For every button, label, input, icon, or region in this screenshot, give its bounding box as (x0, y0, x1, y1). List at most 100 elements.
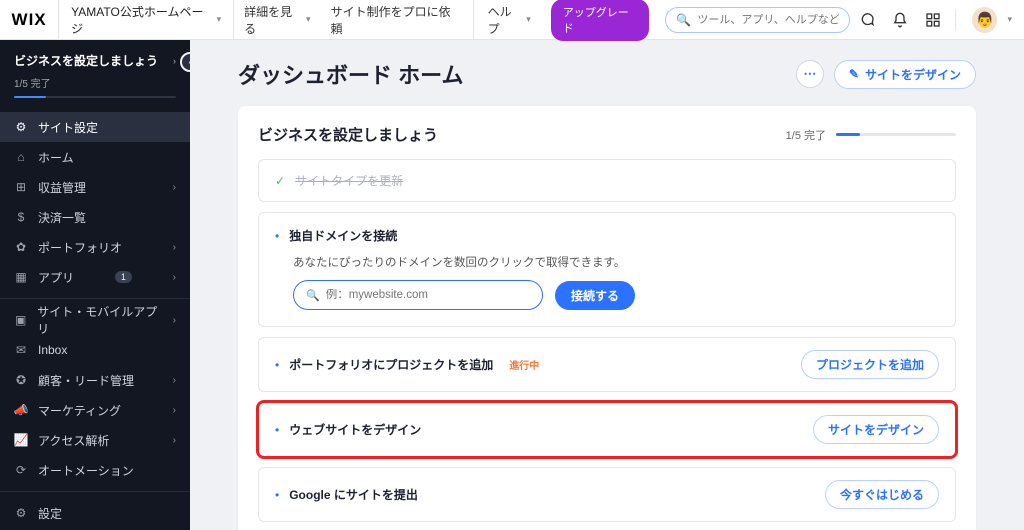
apps-icon[interactable] (916, 3, 949, 37)
sidebar-item-label: サイト設定 (38, 119, 98, 136)
domain-input[interactable] (326, 289, 530, 301)
site-selector[interactable]: YAMATO公式ホームページ ▾ (58, 0, 234, 39)
sidebar-item[interactable]: ⚙ 設定 (0, 498, 190, 528)
main: ダッシュボード ホーム ⋯ ✎ サイトをデザイン ビジネスを設定しましょう 1/… (190, 40, 1024, 530)
chevron-down-icon: ▾ (306, 14, 311, 25)
setup-card-progress-label: 1/5 完了 (786, 127, 826, 143)
bullet-icon: • (275, 358, 279, 372)
in-progress-tag: 進行中 (509, 357, 539, 372)
bullet-icon: • (275, 488, 279, 502)
sidebar-item-label: オートメーション (38, 462, 134, 479)
upgrade-button[interactable]: アップグレード (551, 0, 650, 41)
site-name: YAMATO公式ホームページ (71, 3, 210, 37)
sidebar-item-badge: 1 (115, 271, 132, 283)
sidebar-item[interactable]: ▦アプリ1› (0, 262, 190, 292)
sidebar-item-icon: ✉ (14, 343, 28, 357)
sidebar-item[interactable]: ⊞収益管理› (0, 172, 190, 202)
wix-logo[interactable]: WIX (0, 10, 58, 30)
sidebar-progress-label: 1/5 完了 (14, 75, 176, 90)
chevron-down-icon: ▾ (1007, 14, 1012, 25)
sidebar-item-label: ポートフォリオ (38, 239, 122, 256)
sidebar-item-label: 収益管理 (38, 179, 86, 196)
setup-step-google[interactable]: • Google にサイトを提出 今すぐはじめる (258, 467, 956, 522)
bullet-icon: • (275, 229, 279, 243)
domain-input-wrap[interactable]: 🔍 (293, 280, 543, 310)
sidebar-item-icon: ✪ (14, 373, 28, 387)
sidebar-item-label: マーケティング (38, 402, 121, 419)
setup-step-done[interactable]: ✓ サイトタイプを更新 (258, 159, 956, 202)
sidebar-item-label: サイト・モバイルアプリ (37, 303, 162, 337)
sidebar-item-label: アクセス解析 (38, 432, 109, 449)
chat-icon[interactable] (850, 3, 883, 37)
avatar[interactable]: 👨 (972, 7, 997, 33)
sidebar-item[interactable]: ⟳ オートメーション (0, 455, 190, 485)
sidebar-item[interactable]: 📣 マーケティング › (0, 395, 190, 425)
chevron-right-icon: › (173, 182, 176, 193)
step-title: Google にサイトを提出 (289, 486, 418, 503)
setup-card-title: ビジネスを設定しましょう (258, 124, 438, 145)
setup-step-design[interactable]: • ウェブサイトをデザイン サイトをデザイン (258, 402, 956, 457)
step-title: ウェブサイトをデザイン (289, 421, 421, 438)
sidebar-progress-fill (14, 96, 46, 98)
check-icon: ✓ (275, 174, 285, 188)
sidebar-item-icon: ▣ (14, 313, 27, 327)
sidebar-item[interactable]: $ 決済一覧 (0, 202, 190, 232)
sidebar-item-icon: ▦ (14, 270, 28, 284)
progress-track (836, 133, 956, 136)
chevron-down-icon: ▾ (217, 14, 222, 25)
sidebar-item-icon: ⚙ (14, 120, 28, 134)
button-label: 今すぐはじめる (840, 486, 924, 503)
topbar: WIX YAMATO公式ホームページ ▾ 詳細を見る ▾ サイト制作をプロに依頼… (0, 0, 1024, 40)
sidebar-item-icon: ⚙ (14, 506, 28, 520)
sidebar-item-label: ホーム (38, 149, 74, 166)
search-icon: 🔍 (306, 289, 320, 302)
search-box[interactable]: 🔍 (665, 7, 850, 33)
setup-step-domain: • 独自ドメインを接続 あなたにぴったりのドメインを数回のクリックで取得できます… (258, 212, 956, 327)
sidebar-item[interactable]: 📈 アクセス解析 › (0, 425, 190, 455)
topbar-link-help[interactable]: ヘルプ ▾ (478, 0, 541, 39)
sidebar-item-label: 顧客・リード管理 (38, 372, 134, 389)
sidebar-item-label: Inbox (38, 343, 67, 357)
chevron-right-icon: › (173, 405, 176, 416)
connect-domain-button[interactable]: 接続する (555, 281, 635, 310)
step-title: サイトタイプを更新 (295, 172, 403, 189)
progress-fill (836, 133, 860, 136)
bullet-icon: • (275, 423, 279, 437)
topbar-link-label: 詳細を見る (244, 3, 302, 37)
sidebar-item-label: 決済一覧 (38, 209, 86, 226)
sidebar-item[interactable]: ⌂ ホーム (0, 142, 190, 172)
bell-icon[interactable] (883, 3, 916, 37)
start-now-button[interactable]: 今すぐはじめる (825, 480, 939, 509)
sidebar: ‹ ビジネスを設定しましょう › 1/5 完了 ⚙サイト設定⌂ホーム⊞収益管理›… (0, 40, 190, 530)
add-project-button[interactable]: プロジェクトを追加 (801, 350, 939, 379)
chevron-right-icon: › (173, 272, 176, 283)
page-head: ダッシュボード ホーム ⋯ ✎ サイトをデザイン (238, 58, 976, 90)
design-site-step-button[interactable]: サイトをデザイン (813, 415, 939, 444)
chevron-right-icon: › (173, 242, 176, 253)
topbar-link-hire-pro[interactable]: サイト制作をプロに依頼 (321, 0, 474, 39)
sidebar-item[interactable]: ✉ Inbox (0, 335, 190, 365)
sidebar-item-icon: ⌂ (14, 150, 28, 164)
sidebar-item-icon: 📈 (14, 433, 28, 447)
design-site-button[interactable]: ✎ サイトをデザイン (834, 60, 976, 89)
sidebar-item-icon: 📣 (14, 403, 28, 417)
more-button[interactable]: ⋯ (796, 60, 824, 88)
sidebar-item[interactable]: ▣ サイト・モバイルアプリ › (0, 305, 190, 335)
sidebar-item-icon: $ (14, 210, 28, 224)
sidebar-header: ビジネスを設定しましょう › 1/5 完了 (0, 40, 190, 106)
setup-step-portfolio[interactable]: • ポートフォリオにプロジェクトを追加 進行中 プロジェクトを追加 (258, 337, 956, 392)
search-input[interactable] (697, 14, 839, 26)
button-label: サイトをデザイン (865, 66, 961, 83)
pencil-icon: ✎ (849, 67, 859, 81)
sidebar-item-label: 設定 (38, 505, 62, 522)
sidebar-item[interactable]: ✿ポートフォリオ› (0, 232, 190, 262)
sidebar-progress-track (14, 96, 176, 98)
page-title: ダッシュボード ホーム (238, 58, 463, 90)
topbar-link-details[interactable]: 詳細を見る ▾ (234, 0, 320, 39)
sidebar-item-icon: ⟳ (14, 463, 28, 477)
chevron-right-icon: › (173, 315, 176, 326)
button-label: サイトをデザイン (828, 421, 924, 438)
sidebar-item[interactable]: ⚙ サイト設定 (0, 112, 190, 142)
sidebar-item[interactable]: ✪顧客・リード管理› (0, 365, 190, 395)
chevron-right-icon: › (173, 435, 176, 446)
